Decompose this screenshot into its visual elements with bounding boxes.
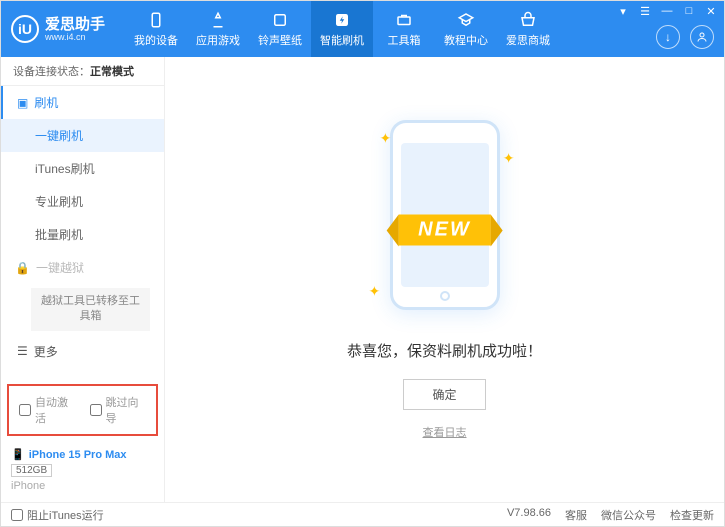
checkbox-label: 自动激活: [35, 394, 76, 426]
sparkle-icon: ✦: [503, 150, 515, 167]
device-icon: [147, 11, 165, 29]
device-name-label: iPhone 15 Pro Max: [29, 449, 127, 461]
logo: iU 爱思助手 www.i4.cn: [11, 15, 105, 43]
group-label: 刷机: [34, 94, 58, 111]
ringtone-icon: [271, 11, 289, 29]
tutorial-icon: [457, 11, 475, 29]
device-type: iPhone: [11, 480, 154, 492]
nav-label: 铃声壁纸: [258, 32, 302, 48]
footer-left: 阻止iTunes运行: [11, 507, 104, 523]
store-icon: [519, 11, 537, 29]
phone-icon: 📱: [11, 448, 25, 461]
sidebar-item-batch-flash[interactable]: 批量刷机: [1, 218, 164, 251]
device-info: 📱 iPhone 15 Pro Max 512GB iPhone: [1, 442, 164, 502]
nav-ringtones[interactable]: 铃声壁纸: [249, 1, 311, 57]
nav-label: 工具箱: [388, 32, 421, 48]
toolbox-icon: [395, 11, 413, 29]
ok-button[interactable]: 确定: [403, 379, 485, 410]
app-url: www.i4.cn: [45, 32, 105, 42]
app-name: 爱思助手: [45, 17, 105, 32]
checkbox-label: 阻止iTunes运行: [27, 507, 104, 523]
sidebar: 设备连接状态：正常模式 ▣ 刷机 一键刷机 iTunes刷机 专业刷机 批量刷机…: [1, 57, 165, 502]
nav-label: 教程中心: [444, 32, 488, 48]
sidebar-item-itunes-flash[interactable]: iTunes刷机: [1, 152, 164, 185]
sidebar-group-more[interactable]: ☰ 更多: [1, 335, 164, 368]
footer-link-update[interactable]: 检查更新: [670, 507, 714, 523]
maximize-icon[interactable]: □: [682, 5, 696, 18]
group-label: 更多: [34, 343, 58, 360]
lock-icon: 🔒: [15, 261, 30, 275]
download-button[interactable]: ↓: [656, 25, 680, 49]
nav-label: 智能刷机: [320, 32, 364, 48]
nav-store[interactable]: 爱思商城: [497, 1, 559, 57]
close-icon[interactable]: ✕: [704, 5, 718, 18]
view-log-link[interactable]: 查看日志: [423, 424, 467, 440]
device-name[interactable]: 📱 iPhone 15 Pro Max: [11, 448, 154, 461]
app-body: 设备连接状态：正常模式 ▣ 刷机 一键刷机 iTunes刷机 专业刷机 批量刷机…: [1, 57, 724, 502]
block-itunes-checkbox[interactable]: 阻止iTunes运行: [11, 507, 104, 523]
status-value: 正常模式: [90, 66, 134, 78]
header-actions: ↓: [656, 25, 714, 49]
minimize-icon[interactable]: —: [660, 5, 674, 18]
flash-options-highlight: 自动激活 跳过向导: [7, 384, 158, 436]
group-label: 一键越狱: [36, 259, 84, 276]
nav-label: 爱思商城: [506, 32, 550, 48]
flash-group-icon: ▣: [17, 96, 28, 110]
window-controls: ▾ ☰ — □ ✕: [616, 5, 718, 18]
nav-label: 应用游戏: [196, 32, 240, 48]
flash-icon: [333, 11, 351, 29]
main-content: NEW ✦ ✦ ✦ 恭喜您，保资料刷机成功啦！ 确定 查看日志: [165, 57, 724, 502]
main-nav: 我的设备 应用游戏 铃声壁纸 智能刷机 工具箱 教程中心 爱思商城: [125, 1, 559, 57]
sidebar-item-pro-flash[interactable]: 专业刷机: [1, 185, 164, 218]
nav-flash[interactable]: 智能刷机: [311, 1, 373, 57]
nav-tutorials[interactable]: 教程中心: [435, 1, 497, 57]
nav-my-device[interactable]: 我的设备: [125, 1, 187, 57]
logo-icon: iU: [11, 15, 39, 43]
sidebar-group-flash[interactable]: ▣ 刷机: [1, 86, 164, 119]
footer-right: V7.98.66 客服 微信公众号 检查更新: [507, 507, 714, 523]
app-header: iU 爱思助手 www.i4.cn 我的设备 应用游戏 铃声壁纸 智能刷机 工具…: [1, 1, 724, 57]
user-button[interactable]: [690, 25, 714, 49]
sidebar-item-other-tools[interactable]: 其他工具: [1, 368, 164, 378]
sidebar-item-oneclick-flash[interactable]: 一键刷机: [1, 119, 164, 152]
new-ribbon: NEW: [398, 214, 491, 245]
sparkle-icon: ✦: [380, 130, 392, 147]
nav-label: 我的设备: [134, 32, 178, 48]
nav-toolbox[interactable]: 工具箱: [373, 1, 435, 57]
more-group-icon: ☰: [17, 344, 28, 358]
success-illustration: NEW ✦ ✦ ✦: [375, 120, 515, 320]
footer-link-support[interactable]: 客服: [565, 507, 587, 523]
checkbox-label: 跳过向导: [106, 394, 147, 426]
nav-apps[interactable]: 应用游戏: [187, 1, 249, 57]
jailbreak-moved-note: 越狱工具已转移至工具箱: [31, 288, 150, 331]
footer-link-wechat[interactable]: 微信公众号: [601, 507, 656, 523]
menu-icon[interactable]: ▾: [616, 5, 630, 18]
success-message: 恭喜您，保资料刷机成功啦！: [347, 340, 542, 361]
device-storage: 512GB: [11, 464, 52, 477]
sidebar-group-jailbreak: 🔒 一键越狱: [1, 251, 164, 284]
device-status: 设备连接状态：正常模式: [1, 57, 164, 86]
footer: 阻止iTunes运行 V7.98.66 客服 微信公众号 检查更新: [1, 502, 724, 526]
version-label: V7.98.66: [507, 507, 551, 523]
status-label: 设备连接状态：: [13, 66, 90, 78]
settings-icon[interactable]: ☰: [638, 5, 652, 18]
skip-guide-checkbox[interactable]: 跳过向导: [90, 394, 147, 426]
apps-icon: [209, 11, 227, 29]
auto-activate-checkbox[interactable]: 自动激活: [19, 394, 76, 426]
sparkle-icon: ✦: [369, 283, 381, 300]
